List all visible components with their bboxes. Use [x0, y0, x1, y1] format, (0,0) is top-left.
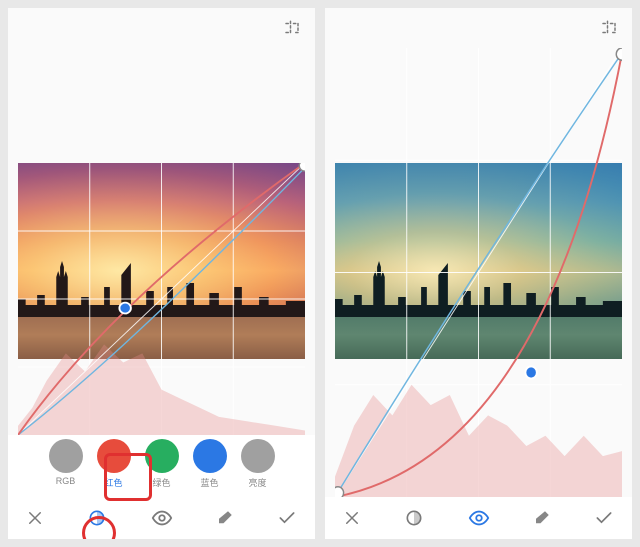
channel-blue[interactable]: 蓝色 [193, 439, 227, 489]
topbar [325, 8, 632, 48]
curve-editor[interactable] [335, 48, 622, 497]
swatch-blue [193, 439, 227, 473]
canvas-area[interactable] [8, 48, 315, 435]
bottom-toolbar [8, 497, 315, 539]
compare-icon[interactable] [600, 19, 618, 37]
close-icon[interactable] [26, 509, 44, 527]
swatch-green [145, 439, 179, 473]
channel-green[interactable]: 绿色 [145, 439, 179, 489]
channel-label-green: 绿色 [152, 476, 170, 489]
check-icon[interactable] [277, 508, 297, 528]
channel-label-lum: 亮度 [248, 476, 266, 489]
channel-luminance[interactable]: 亮度 [241, 439, 275, 489]
check-icon[interactable] [594, 508, 614, 528]
channel-rgb[interactable]: RGB [49, 439, 83, 486]
swatch-rgb [49, 439, 83, 473]
phone-left: RGB 红色 绿色 蓝色 亮度 [8, 8, 315, 539]
topbar [8, 8, 315, 48]
channel-label-rgb: RGB [56, 476, 76, 486]
swatch-red [97, 439, 131, 473]
eraser-icon[interactable] [533, 509, 551, 527]
channel-label-blue: 蓝色 [200, 476, 218, 489]
swatch-lum [241, 439, 275, 473]
eye-icon[interactable] [468, 507, 490, 529]
channels-icon[interactable] [87, 508, 107, 528]
compare-icon[interactable] [283, 19, 301, 37]
phone-right [325, 8, 632, 539]
canvas-area[interactable] [325, 48, 632, 497]
close-icon[interactable] [343, 509, 361, 527]
curve-editor[interactable] [18, 163, 305, 435]
eye-icon[interactable] [151, 507, 173, 529]
comparison-stage: RGB 红色 绿色 蓝色 亮度 [0, 0, 640, 547]
channel-row: RGB 红色 绿色 蓝色 亮度 [8, 435, 315, 497]
eraser-icon[interactable] [216, 509, 234, 527]
channels-icon[interactable] [404, 508, 424, 528]
channel-red[interactable]: 红色 [97, 439, 131, 489]
channel-label-red: 红色 [104, 476, 122, 489]
bottom-toolbar [325, 497, 632, 539]
